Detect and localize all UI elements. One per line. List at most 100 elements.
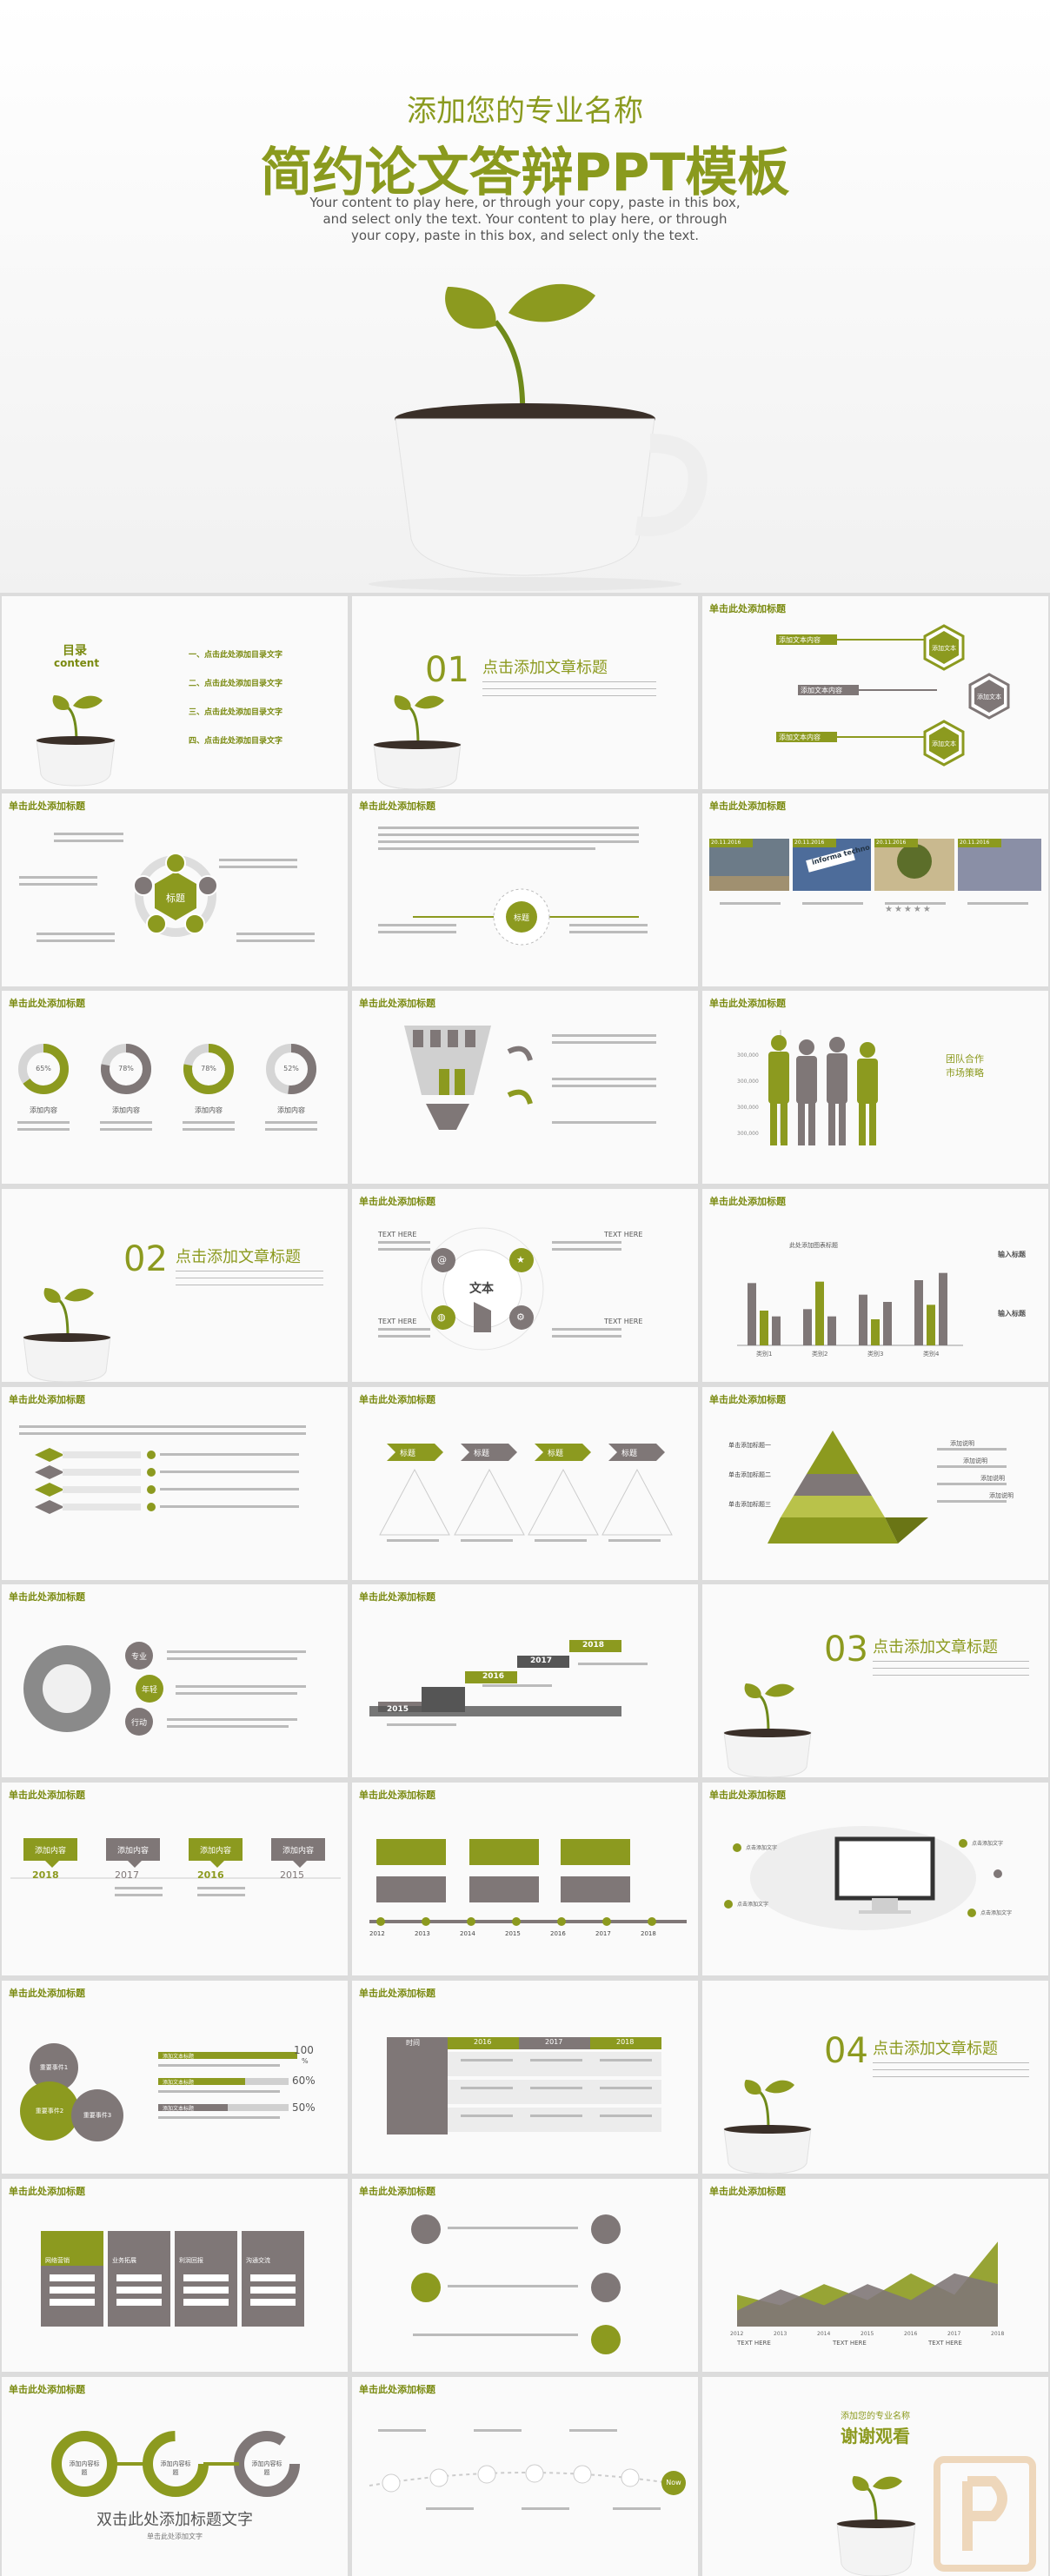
- bar-category: 类别3: [867, 1350, 883, 1358]
- arrow-label: 标题: [474, 1450, 490, 1458]
- progress-percent: 50%: [292, 2101, 316, 2114]
- hex-text: 添加文本: [932, 740, 956, 747]
- slide-circles[interactable]: 单击此处添加标题 专业 年轻 行动: [2, 1584, 348, 1777]
- area-x-label: 2017: [947, 2331, 960, 2337]
- area-x-label: 2013: [774, 2331, 787, 2337]
- slide-section-02[interactable]: 02 点击添加文章标题: [2, 1189, 348, 1382]
- slide-pyramid[interactable]: 单击此处添加标题 单击添加标题一 单击添加标题二 单击添加标题三 添加说明 添加…: [702, 1387, 1048, 1580]
- bar: [883, 1302, 892, 1345]
- bubble-year: 2018: [32, 1869, 59, 1881]
- area-x-label: 2014: [817, 2331, 830, 2337]
- plant-cup-illustration: [369, 283, 708, 591]
- ring-sub: 单击此处添加文字: [147, 2533, 203, 2540]
- area-x-label: 2015: [861, 2331, 874, 2337]
- slide-timeline[interactable]: 单击此处添加标题 2012 2013 2014 2015 2016 2017 2018: [352, 1783, 698, 1975]
- step-year: 2018: [582, 1641, 605, 1650]
- toc-item[interactable]: 一、点击此处添加目录文字: [189, 641, 282, 670]
- section-text: [873, 2059, 1029, 2081]
- slide-progress[interactable]: 单击此处添加标题 重要事件1 重要事件2 重要事件3 添加文本标题 添加文本标题…: [2, 1981, 348, 2174]
- slide-monitor[interactable]: 单击此处添加标题 点击添加文字 点击添加文字 点击添加文字 点击添加文字: [702, 1783, 1048, 1975]
- toc-subtitle: content: [54, 657, 100, 669]
- section-number: 03: [824, 1630, 868, 1670]
- photo-date: 20.11.2016: [876, 840, 907, 846]
- slide-orbit[interactable]: 单击此处添加标题: [352, 2179, 698, 2372]
- donut-charts: [17, 1044, 317, 1131]
- slide-bar-chart[interactable]: 单击此处添加标题 此处添加图表标题 类别1 类别2 类别3 类别4 输入标题 输入标题: [702, 1189, 1048, 1382]
- slide-table[interactable]: 单击此处添加标题 时间 2016 2017 2018: [352, 1981, 698, 2174]
- slide-arrows[interactable]: 单击此处添加标题 标题 标题 标题 标题: [352, 1387, 698, 1580]
- slide-steps[interactable]: 单击此处添加标题 2015 2016 2017 2018: [352, 1584, 698, 1777]
- bar: [760, 1311, 768, 1345]
- pyramid-side: 添加说明: [963, 1457, 987, 1464]
- section-number: 04: [824, 2031, 868, 2071]
- slide-section-03[interactable]: 03 点击添加文章标题: [702, 1584, 1048, 1777]
- slide-area-chart[interactable]: 单击此处添加标题 2012 2013 2014 2015 2016 2017 2018 TE…: [702, 2179, 1048, 2372]
- ring-text: 添加内容标题: [69, 2460, 100, 2476]
- slide-hub[interactable]: 单击此处添加标题 标题: [352, 793, 698, 986]
- bubble-label: 添加内容: [34, 1847, 66, 1856]
- team-title-1: 团队合作: [946, 1053, 984, 1065]
- slide-cycle[interactable]: 单击此处添加标题 标题: [2, 793, 348, 986]
- area-x-label: 2012: [730, 2331, 743, 2337]
- globe-icon: ◍: [437, 1311, 446, 1323]
- bar: [772, 1316, 781, 1345]
- section-number: 01: [425, 650, 469, 690]
- toc-item[interactable]: 四、点击此处添加目录文字: [189, 727, 282, 756]
- toc-item[interactable]: 二、点击此处添加目录文字: [189, 670, 282, 699]
- bar-category: 类别1: [756, 1350, 772, 1358]
- timeline-dot: [467, 1917, 475, 1926]
- timeline-dot: [557, 1917, 566, 1926]
- bar: [914, 1280, 923, 1345]
- slide-list-icons[interactable]: 单击此处添加标题: [2, 1387, 348, 1580]
- end-subtitle: 添加您的专业名称: [841, 2412, 910, 2421]
- axis-value: 300,000: [737, 1052, 759, 1059]
- slide-funnel[interactable]: 单击此处添加标题: [352, 991, 698, 1184]
- donut-value: 65%: [36, 1065, 51, 1072]
- donut-label: 添加内容: [195, 1106, 223, 1114]
- bar: [939, 1272, 947, 1345]
- column-label: 业务拓展: [112, 2257, 136, 2264]
- slide-icon-columns[interactable]: 单击此处添加标题 网络营销 业务拓展 利润回报 沟通交流: [2, 2179, 348, 2372]
- text-here: TEXT HERE: [378, 1318, 417, 1325]
- donut-label: 添加内容: [112, 1106, 140, 1114]
- slide-hexagons[interactable]: 单击此处添加标题 添加文本内容 添加文本内容 添加文本内容 添加文本 添加文本 …: [702, 596, 1048, 789]
- percent-sign: %: [302, 2057, 309, 2065]
- progress-bar-label: 添加文本标题: [163, 2054, 195, 2060]
- title-slide: 添加您的专业名称 简约论文答辩PPT模板 Your content to pla…: [0, 0, 1050, 593]
- section-number: 02: [123, 1239, 168, 1279]
- cycle-center: 标题: [166, 893, 185, 904]
- step-year: 2015: [387, 1705, 409, 1714]
- slide-toc[interactable]: 目录 content 一、点击此处添加目录文字 二、点击此处添加目录文字 三、点…: [2, 596, 348, 789]
- table-header: 2018: [616, 2038, 635, 2046]
- slide-thanks[interactable]: 添加您的专业名称 谢谢观看: [702, 2377, 1048, 2576]
- progress-percent: 60%: [292, 2075, 316, 2087]
- toc-item[interactable]: 三、点击此处添加目录文字: [189, 699, 282, 727]
- slide-donuts[interactable]: 单击此处添加标题 65% 78% 78% 52% 添加内容 添加内容 添加内容 …: [2, 991, 348, 1184]
- donut-value: 78%: [201, 1065, 216, 1072]
- photo-date: 20.11.2016: [960, 840, 990, 846]
- slide-photos[interactable]: 单击此处添加标题 20.11.2016 20.11.2016 20.11.201…: [702, 793, 1048, 986]
- hex-text: 添加文本: [932, 645, 956, 652]
- gear-icon: ⚙: [516, 1311, 525, 1323]
- progress-bar-label: 添加文本标题: [163, 2106, 195, 2112]
- slide-team[interactable]: 单击此处添加标题 300,000 300,000 300,000 300,000…: [702, 991, 1048, 1184]
- bubble-year: 2016: [197, 1869, 224, 1881]
- slide-text-quad[interactable]: 单击此处添加标题 @ ★ ◍ ⚙ 文本 TEXT HERE TEXT HERE …: [352, 1189, 698, 1382]
- slide-section-01[interactable]: 01 点击添加文章标题: [352, 596, 698, 789]
- bubble-year: 2017: [115, 1869, 139, 1881]
- slide-roadmap[interactable]: 单击此处添加标题 Now: [352, 2377, 698, 2576]
- section-title: 点击添加文章标题: [482, 659, 608, 677]
- bar: [871, 1319, 880, 1345]
- monitor-label: 点击添加文字: [972, 1841, 1004, 1847]
- star-icon: ★: [516, 1254, 525, 1265]
- timeline-year: 2014: [460, 1930, 475, 1937]
- slide-rings[interactable]: 单击此处添加标题 添加内容标题 添加内容标题 添加内容标题 双击此处添加标题文字…: [2, 2377, 348, 2576]
- bar: [927, 1305, 935, 1345]
- slide-bubbles[interactable]: 单击此处添加标题 添加内容 添加内容 添加内容 添加内容 2018 2017 2…: [2, 1783, 348, 1975]
- section-text: [482, 678, 656, 700]
- pyramid-label: 单击添加标题一: [728, 1442, 771, 1449]
- team-title-2: 市场策略: [946, 1067, 984, 1079]
- bar-category: 类别2: [812, 1350, 827, 1358]
- slide-section-04[interactable]: 04 点击添加文章标题: [702, 1981, 1048, 2174]
- table-header: 2017: [545, 2038, 563, 2046]
